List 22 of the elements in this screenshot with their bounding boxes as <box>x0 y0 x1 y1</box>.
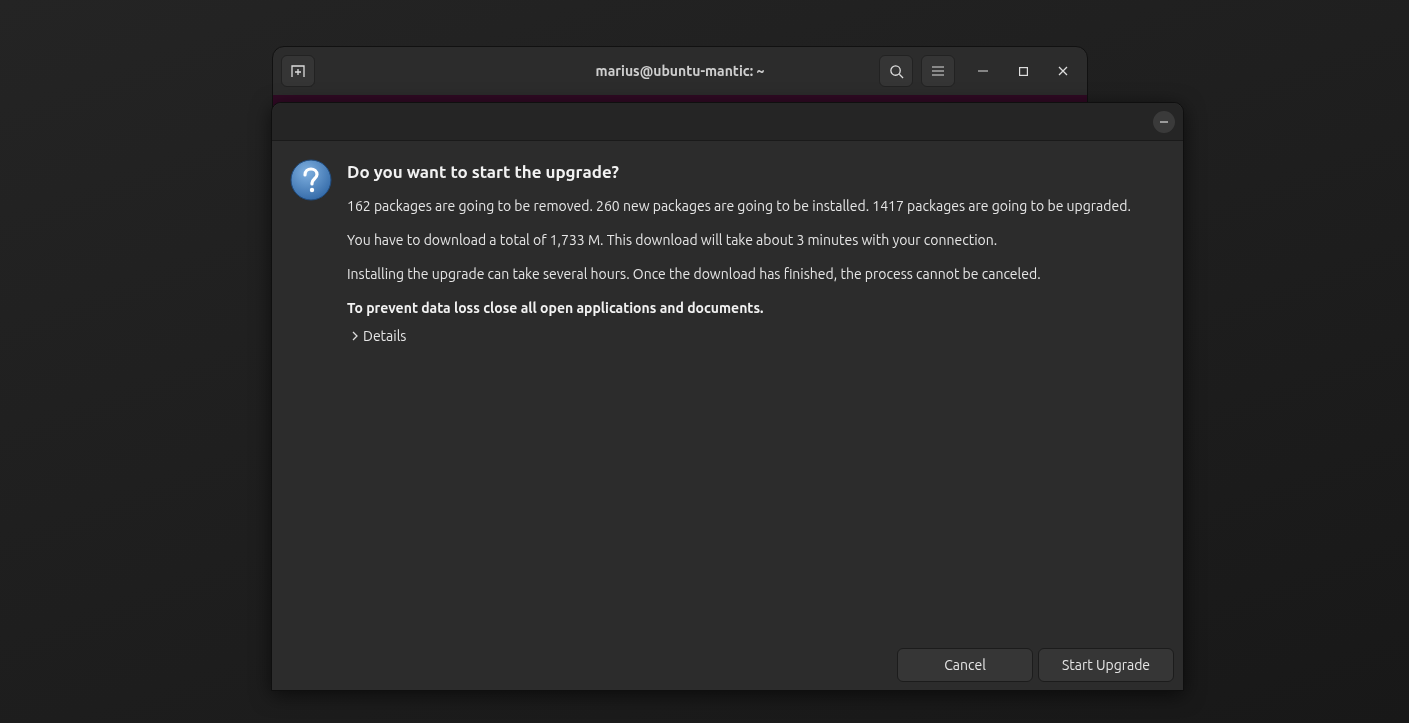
search-icon <box>888 63 904 79</box>
dialog-button[interactable]: Start Upgrade <box>1038 648 1174 682</box>
new-tab-icon <box>290 63 306 79</box>
message-text: Installing the upgrade can take several hours. Once the download has finished, the process cannot be canceled. <box>347 265 1042 284</box>
warning-text: To prevent data loss close all open applications and documents. <box>347 299 765 318</box>
maximize-icon <box>1018 66 1028 76</box>
search-button[interactable] <box>879 55 913 87</box>
details-expander[interactable]: Details <box>347 326 407 346</box>
dialog-title: Do you want to start the upgrade? <box>347 161 621 183</box>
new-tab-button[interactable] <box>281 55 315 87</box>
menu-icon <box>932 66 944 76</box>
close-icon <box>1058 66 1068 76</box>
minimize-button[interactable] <box>1153 110 1175 133</box>
minimize-icon <box>1160 120 1168 123</box>
chevron-icon <box>351 331 359 341</box>
message-text: 162 packages are going to be removed. 260 new packages are going to be installed. 1417 packages are going to be upgraded. <box>347 197 1131 216</box>
dialog-button[interactable]: Cancel <box>897 648 1033 682</box>
question-icon <box>290 159 332 201</box>
minimize-icon <box>978 70 988 72</box>
window-title: marius@ubuntu-mantic: ~ <box>595 61 765 81</box>
menu-button[interactable] <box>921 55 955 87</box>
message-text: You have to download a total of 1,733 M. This download will take about 3 minutes with your connection. <box>347 231 999 250</box>
